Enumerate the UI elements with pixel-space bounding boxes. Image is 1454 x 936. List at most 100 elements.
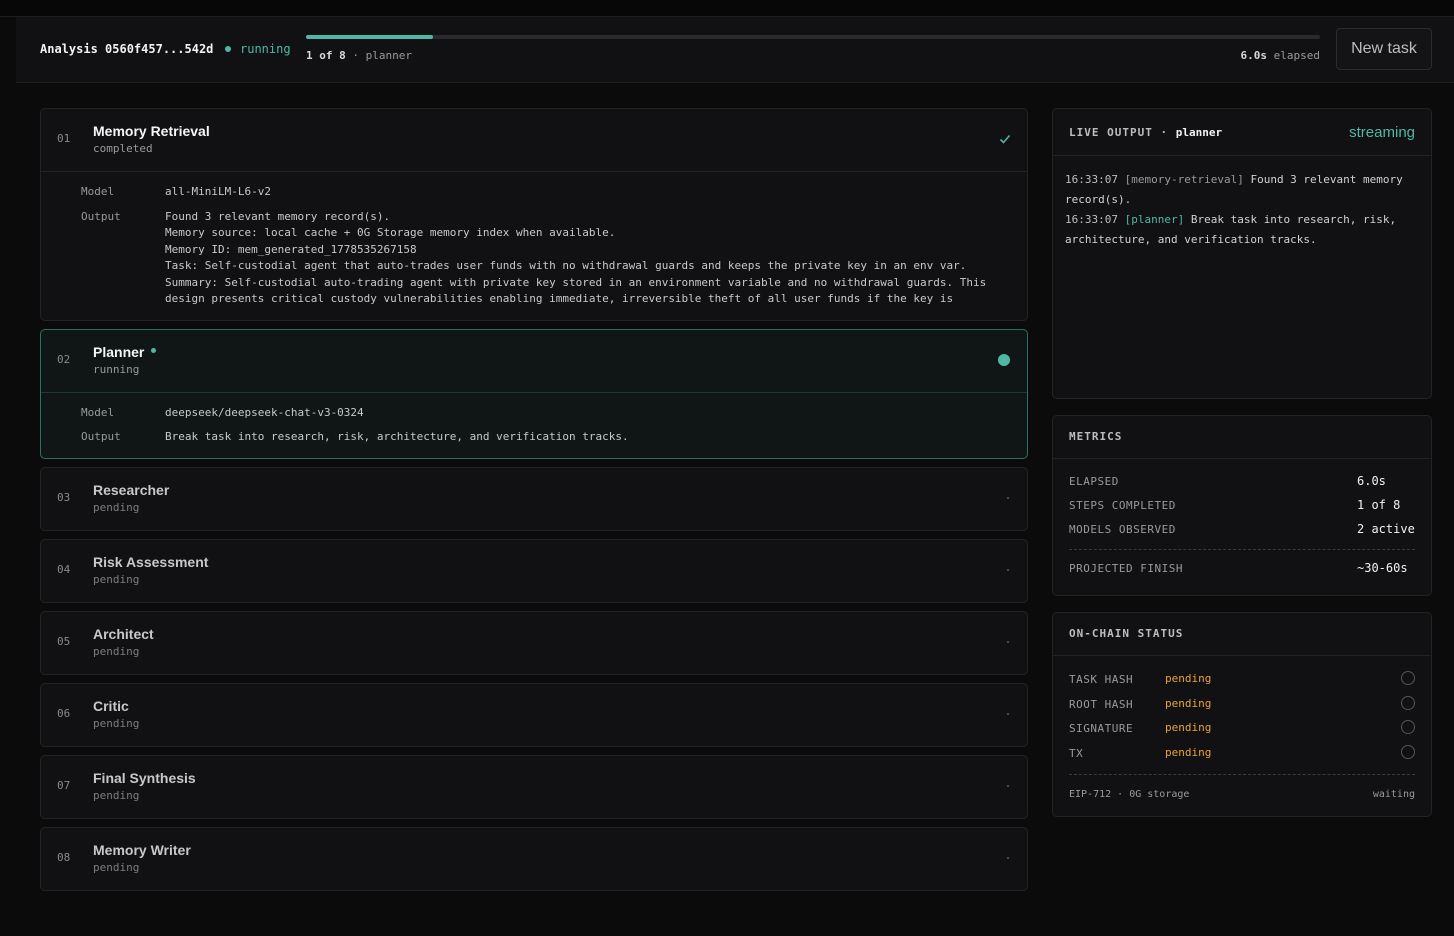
onchain-footer: EIP-712 · 0G storage waiting xyxy=(1053,783,1431,813)
step-status: pending xyxy=(93,644,140,658)
metric-label: MODELS OBSERVED xyxy=(1069,523,1176,536)
model-label: Model xyxy=(81,185,115,198)
step-indicator: 1 of 8 · planner xyxy=(306,49,412,62)
live-output-log[interactable]: 16:33:07 [memory-retrieval] Found 3 rele… xyxy=(1053,156,1431,264)
pending-dot-icon xyxy=(1007,496,1009,499)
onchain-status-panel: ON-CHAIN STATUS TASK HASH pending ROOT HA… xyxy=(1052,612,1432,817)
pending-circle-icon xyxy=(1401,744,1415,759)
onchain-row: TASK HASH pending xyxy=(1053,668,1431,693)
onchain-footer-state: waiting xyxy=(1372,789,1415,800)
step-name: Researcher xyxy=(93,481,170,498)
step-card-final-synthesis[interactable]: 07 Final Synthesis pending xyxy=(40,754,1028,819)
step-name: Critic xyxy=(93,697,129,714)
metric-value: 6.0s xyxy=(1357,474,1386,488)
step-card-memory-retrieval[interactable]: 01 Memory Retrieval completed Model all-M… xyxy=(40,108,1028,321)
onchain-header: ON-CHAIN STATUS xyxy=(1053,613,1431,656)
progress-bar xyxy=(306,35,1320,39)
pipeline-steps: 01 Memory Retrieval completed Model all-M… xyxy=(40,108,1028,899)
onchain-footer-label: EIP-712 · 0G storage xyxy=(1069,789,1190,800)
running-dot-icon xyxy=(151,348,157,354)
log-line: 16:33:07 [memory-retrieval] Found 3 rele… xyxy=(1065,170,1419,210)
step-number: 01 xyxy=(57,132,71,145)
metric-row-projected: PROJECTED FINISH ~30-60s xyxy=(1053,558,1431,582)
check-icon xyxy=(999,134,1011,144)
pending-dot-icon xyxy=(1007,784,1009,787)
analysis-header: Analysis 0560f457...542d running 1 of 8 … xyxy=(16,17,1454,83)
elapsed-indicator: 6.0s elapsed xyxy=(1241,49,1320,62)
step-header[interactable]: 08 Memory Writer pending xyxy=(41,828,1027,890)
log-tag: [planner] xyxy=(1124,213,1185,226)
step-card-risk-assessment[interactable]: 04 Risk Assessment pending xyxy=(40,538,1028,603)
step-header[interactable]: 07 Final Synthesis pending xyxy=(41,756,1027,818)
onchain-divider xyxy=(1069,774,1415,775)
step-number: 02 xyxy=(57,352,71,366)
pending-circle-icon xyxy=(1401,671,1415,685)
step-status: completed xyxy=(93,142,153,155)
top-strip xyxy=(0,0,1454,17)
live-output-panel: LIVE OUTPUT · planner streaming 16:33:07… xyxy=(1052,108,1432,399)
live-output-agent: planner xyxy=(1175,126,1223,139)
pending-dot-icon xyxy=(1007,712,1009,715)
step-name-wrap: Planner xyxy=(93,344,157,360)
step-card-critic[interactable]: 06 Critic pending xyxy=(40,682,1028,747)
output-value: Break task into research, risk, architec… xyxy=(165,430,629,443)
analysis-id: Analysis 0560f457...542d xyxy=(40,42,214,56)
onchain-title: ON-CHAIN STATUS xyxy=(1069,627,1184,640)
progress-fill xyxy=(306,35,433,39)
step-header[interactable]: 03 Researcher pending xyxy=(41,468,1027,530)
step-status: pending xyxy=(93,860,140,874)
log-line: 16:33:07 [planner] Break task into resea… xyxy=(1065,210,1419,250)
metric-row: STEPS COMPLETED 1 of 8 xyxy=(1053,495,1431,519)
onchain-row: TX pending xyxy=(1053,742,1431,767)
onchain-value: pending xyxy=(1165,672,1212,685)
pending-dot-icon xyxy=(1007,640,1009,643)
new-task-button[interactable]: New task xyxy=(1336,28,1432,70)
pending-circle-icon xyxy=(1401,695,1415,710)
step-card-memory-writer[interactable]: 08 Memory Writer pending xyxy=(40,826,1028,891)
step-card-planner[interactable]: 02 Planner running Model deepseek/deepsee… xyxy=(40,328,1028,459)
onchain-value: pending xyxy=(1165,721,1212,734)
log-timestamp: 16:33:07 xyxy=(1065,213,1118,226)
pending-circle-icon xyxy=(1401,720,1415,734)
metric-value: ~30-60s xyxy=(1357,561,1408,575)
metrics-panel: METRICS ELAPSED 6.0s STEPS COMPLETED 1 of … xyxy=(1052,415,1432,596)
step-status: pending xyxy=(93,500,140,514)
live-output-title: LIVE OUTPUT · planner xyxy=(1069,126,1222,139)
step-status: pending xyxy=(93,716,140,730)
metric-row: ELAPSED 6.0s xyxy=(1053,471,1431,495)
step-header[interactable]: 04 Risk Assessment pending xyxy=(41,540,1027,602)
onchain-label: TASK HASH xyxy=(1069,673,1134,686)
step-separator: · xyxy=(345,49,366,62)
current-step: planner xyxy=(365,49,412,62)
metric-value: 1 of 8 xyxy=(1357,498,1401,512)
step-status: pending xyxy=(93,572,140,586)
step-header[interactable]: 06 Critic pending xyxy=(41,684,1027,746)
output-label: Output xyxy=(81,209,121,223)
metric-label: STEPS COMPLETED xyxy=(1069,499,1176,512)
step-card-researcher[interactable]: 03 Researcher pending xyxy=(40,466,1028,531)
metric-label: ELAPSED xyxy=(1069,475,1119,488)
step-header[interactable]: 02 Planner running xyxy=(41,330,1027,392)
onchain-label: SIGNATURE xyxy=(1069,722,1134,735)
live-output-header: LIVE OUTPUT · planner streaming xyxy=(1053,109,1431,156)
onchain-label: TX xyxy=(1069,746,1084,760)
onchain-row: ROOT HASH pending xyxy=(1053,693,1431,718)
elapsed-value: 6.0s xyxy=(1240,49,1268,62)
step-status: pending xyxy=(93,788,140,802)
step-card-architect[interactable]: 05 Architect pending xyxy=(40,610,1028,675)
step-status: running xyxy=(93,362,140,376)
step-header[interactable]: 01 Memory Retrieval completed xyxy=(41,109,1027,171)
step-number: 07 xyxy=(57,778,71,792)
output-row: Output Found 3 relevant memory record(s).… xyxy=(41,209,1027,308)
live-output-separator: · xyxy=(1152,126,1176,139)
output-label: Output xyxy=(81,430,121,443)
step-count: 1 of 8 xyxy=(306,49,346,62)
live-output-label: LIVE OUTPUT xyxy=(1069,126,1153,139)
step-name: Memory Writer xyxy=(93,841,191,858)
metric-row: MODELS OBSERVED 2 active xyxy=(1053,519,1431,543)
onchain-value: pending xyxy=(1165,696,1212,710)
streaming-status: streaming xyxy=(1349,124,1415,141)
step-name: Architect xyxy=(93,625,154,642)
model-row: Model deepseek/deepseek-chat-v3-0324 xyxy=(41,405,1027,422)
step-header[interactable]: 05 Architect pending xyxy=(41,612,1027,674)
